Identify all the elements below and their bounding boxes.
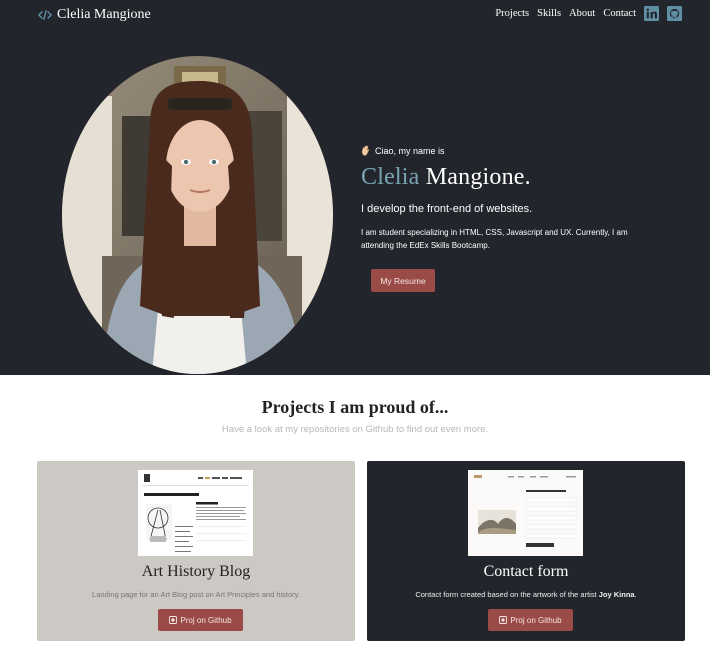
nav-link-skills[interactable]: Skills [537,8,561,19]
linkedin-icon[interactable] [644,6,659,21]
github-project-button[interactable]: Proj on Github [488,609,573,631]
code-icon [38,10,52,20]
profile-photo [62,56,333,374]
resume-button[interactable]: My Resume [371,269,435,292]
project-card-art-history: Art History Blog Landing page for an Art… [37,461,355,641]
nav-link-projects[interactable]: Projects [495,8,529,19]
artist-name: Joy Kinna [598,590,635,599]
project-description-text: Contact form created based on the artwor… [415,590,599,599]
hero-first-name: Clelia [361,164,420,190]
github-project-button[interactable]: Proj on Github [158,609,243,631]
project-thumbnail-art-blog[interactable] [138,470,253,556]
github-icon[interactable] [667,6,682,21]
hero-name: Clelia Mangione. [361,164,661,191]
hero-description: I am student specializing in HTML, CSS, … [361,228,628,250]
projects-subtitle: Have a look at my repositories on Github… [221,424,489,435]
hero-last-name: Mangione. [425,164,531,190]
greeting-text: Ciao, my name is [375,145,445,156]
greeting: Ciao, my name is [361,145,661,156]
waving-hand-icon [361,145,370,156]
github-project-button-label: Proj on Github [180,615,232,625]
project-description: Landing page for an Art Blog post on Art… [92,590,300,599]
project-description-end: . [634,590,637,599]
intro-block: Ciao, my name is Clelia Mangione. I deve… [361,145,661,292]
hero-section: Clelia Mangione Projects Skills About Co… [0,0,710,375]
nav-link-contact[interactable]: Contact [603,8,636,19]
project-card-contact-form: Contact form Contact form created based … [367,461,685,641]
github-icon [499,616,508,624]
main-nav: Projects Skills About Contact [495,6,682,21]
project-title: Art History Blog [141,563,251,580]
project-description: Contact form created based on the artwor… [367,590,685,599]
brand-name: Clelia Mangione [57,7,151,22]
github-project-button-label: Proj on Github [510,615,562,625]
brand-logo[interactable]: Clelia Mangione [38,7,151,23]
hero-tagline: I develop the front-end of websites. [361,203,533,215]
github-icon [169,616,178,624]
project-thumbnail-contact-form[interactable] [468,470,583,556]
nav-link-about[interactable]: About [569,8,595,19]
projects-title: Projects I am proud of... [261,397,449,417]
project-title: Contact form [483,563,569,580]
